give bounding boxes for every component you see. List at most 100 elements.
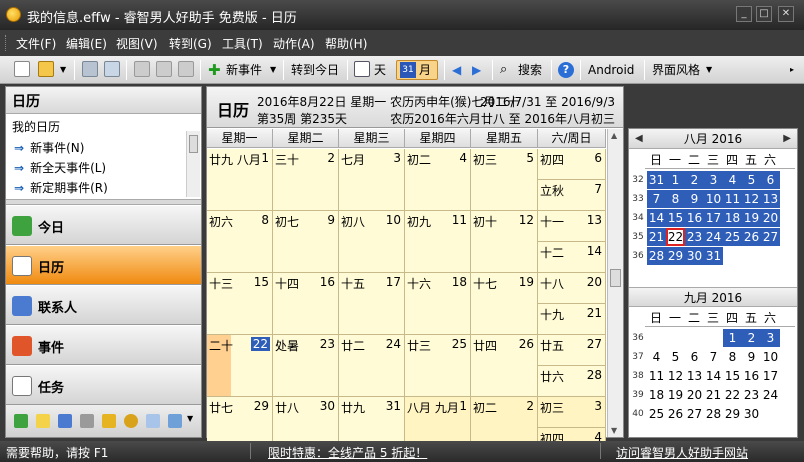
day-cell[interactable]: 廿五 27	[538, 335, 606, 366]
mini-calendar-day[interactable]: 6	[685, 348, 704, 366]
mini-calendar-day[interactable]: 11	[647, 367, 666, 385]
mini-calendar-day[interactable]: 19	[666, 386, 685, 404]
mini-calendar-day[interactable]: 1	[666, 171, 685, 189]
toolbar-overflow-icon[interactable]: ▸	[790, 60, 794, 80]
day-cell[interactable]: 十一 13	[538, 211, 606, 242]
menu-help[interactable]: 帮助(H)	[325, 35, 367, 52]
close-button[interactable]: ✕	[778, 6, 794, 22]
search-tool-icon[interactable]	[146, 414, 160, 428]
mini-calendar-day[interactable]: 7	[704, 348, 723, 366]
money-bag-icon[interactable]	[124, 414, 138, 428]
mini-calendar-day[interactable]: 22	[666, 228, 685, 246]
day-cell[interactable]: 廿六 28	[538, 366, 606, 397]
day-cell[interactable]: 十六 18	[405, 273, 471, 335]
mini-calendar-day[interactable]: 1	[723, 329, 742, 347]
key-icon[interactable]	[102, 414, 116, 428]
nav-today[interactable]: 今日	[6, 206, 201, 245]
day-cell[interactable]: 初九 11	[405, 211, 471, 273]
month-view-button[interactable]: 31 月	[396, 60, 438, 80]
mini-calendar-day[interactable]: 28	[647, 247, 666, 265]
scrollbar-thumb[interactable]	[610, 269, 621, 287]
shortcut-dropdown-icon[interactable]: ▼	[187, 414, 193, 423]
goto-today-button[interactable]: 转到今日	[291, 60, 339, 80]
pane-splitter[interactable]	[6, 199, 201, 205]
mini-calendar-day[interactable]: 31	[647, 171, 666, 189]
scroll-up-icon[interactable]: ▲	[611, 131, 617, 140]
menu-action[interactable]: 动作(A)	[273, 35, 315, 52]
day-cell[interactable]: 二十 22	[207, 335, 273, 397]
day-cell[interactable]: 初七 9	[273, 211, 339, 273]
day-cell[interactable]: 廿四 26	[471, 335, 538, 397]
mini-calendar-day[interactable]: 14	[704, 367, 723, 385]
help-icon[interactable]: ?	[558, 62, 574, 78]
new-all-day-event-link[interactable]: ⇒ 新全天事件(L)	[14, 159, 106, 176]
document-icon[interactable]	[80, 414, 94, 428]
mini-calendar-day[interactable]: 24	[761, 386, 780, 404]
menu-edit[interactable]: 编辑(E)	[66, 35, 107, 52]
mini-calendar-day[interactable]: 2	[742, 329, 761, 347]
mini-calendar-day[interactable]: 29	[666, 247, 685, 265]
nav-contacts[interactable]: 联系人	[6, 286, 201, 325]
mini-calendar-day[interactable]: 21	[647, 228, 666, 246]
mini-calendar-day[interactable]: 8	[723, 348, 742, 366]
menu-view[interactable]: 视图(V)	[116, 35, 158, 52]
previous-month-arrow-icon[interactable]: ◀	[635, 129, 643, 149]
mini-calendar-day[interactable]: 18	[647, 386, 666, 404]
mini-calendar-day[interactable]: 20	[761, 209, 780, 227]
mini-calendar-day[interactable]: 5	[742, 171, 761, 189]
day-cell[interactable]: 十三 15	[207, 273, 273, 335]
mini-calendar-day[interactable]: 21	[704, 386, 723, 404]
day-cell[interactable]: 初十 12	[471, 211, 538, 273]
mini-calendar-day[interactable]: 4	[723, 171, 742, 189]
print-icon[interactable]	[82, 61, 98, 77]
day-cell[interactable]: 十九 21	[538, 304, 606, 335]
day-cell[interactable]: 初三 3	[538, 397, 606, 428]
nav-events[interactable]: 事件	[6, 326, 201, 365]
skin-button[interactable]: 界面风格	[652, 60, 700, 80]
mini-calendar-day[interactable]: 30	[685, 247, 704, 265]
visit-website-link[interactable]: 访问睿智男人好助手网站	[616, 444, 748, 461]
mini-calendar-day[interactable]: 9	[742, 348, 761, 366]
mini-calendar-day[interactable]: 28	[704, 405, 723, 423]
open-dropdown-arrow-icon[interactable]: ▼	[60, 60, 66, 80]
sticky-note-icon[interactable]	[36, 414, 50, 428]
new-recurring-event-link[interactable]: ⇒ 新定期事件(R)	[14, 179, 108, 196]
journal-icon[interactable]	[58, 414, 72, 428]
day-cell[interactable]: 初二 4	[405, 149, 471, 211]
mini-calendar-day[interactable]: 13	[685, 367, 704, 385]
day-cell[interactable]: 处暑 23	[273, 335, 339, 397]
day-cell[interactable]: 廿三 25	[405, 335, 471, 397]
day-cell[interactable]: 廿九 八月 1	[207, 149, 273, 211]
mini-calendar-day[interactable]: 2	[685, 171, 704, 189]
mini-calendar-day[interactable]: 24	[704, 228, 723, 246]
day-cell[interactable]: 三十 2	[273, 149, 339, 211]
mini-calendar-day[interactable]: 17	[704, 209, 723, 227]
mini-calendar-day[interactable]: 18	[723, 209, 742, 227]
mini-calendar-day[interactable]: 19	[742, 209, 761, 227]
mini-calendar-day[interactable]: 25	[723, 228, 742, 246]
mini-calendar-day[interactable]: 26	[742, 228, 761, 246]
mini-calendar-day[interactable]: 30	[742, 405, 761, 423]
task-list-scrollbar[interactable]	[186, 131, 200, 197]
search-button[interactable]: 搜索	[518, 60, 542, 80]
day-cell[interactable]: 十七 19	[471, 273, 538, 335]
mini-calendar-day[interactable]: 20	[685, 386, 704, 404]
forward-arrow-icon[interactable]: ▶	[472, 60, 481, 80]
new-event-link[interactable]: ⇒ 新事件(N)	[14, 139, 84, 156]
menu-tools[interactable]: 工具(T)	[222, 35, 263, 52]
mini-calendar-day[interactable]: 11	[723, 190, 742, 208]
day-cell[interactable]: 十八 20	[538, 273, 606, 304]
cut-icon[interactable]	[134, 61, 150, 77]
mini-calendar-day[interactable]: 17	[761, 367, 780, 385]
new-event-dropdown-icon[interactable]: ▼	[270, 60, 276, 80]
day-cell[interactable]: 初八 10	[339, 211, 405, 273]
mini-calendar-day[interactable]: 26	[666, 405, 685, 423]
nav-calendar[interactable]: 日历	[6, 246, 201, 285]
mini-calendar-day[interactable]: 6	[761, 171, 780, 189]
day-view-button[interactable]: 天	[374, 60, 386, 80]
notes-icon[interactable]	[14, 414, 28, 428]
mini-calendar-day[interactable]: 29	[723, 405, 742, 423]
day-cell[interactable]: 七月 3	[339, 149, 405, 211]
copy-icon[interactable]	[156, 61, 172, 77]
nav-tasks[interactable]: 任务	[6, 366, 201, 405]
